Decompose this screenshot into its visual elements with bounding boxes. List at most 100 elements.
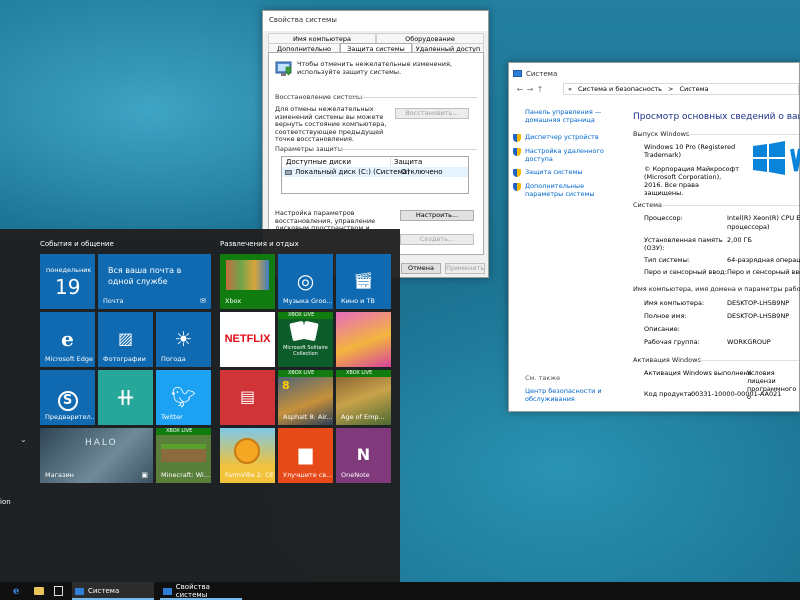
configure-text: Настройка параметров восстановления, упр… (275, 210, 376, 230)
left-column-text: ion (0, 498, 11, 506)
system-header: Система (633, 201, 663, 209)
breadcrumb-system[interactable]: Система (679, 85, 708, 93)
age-of-empires-tile[interactable]: XBOX LIVE Age of Emp... (336, 370, 391, 425)
skype-icon: S (40, 386, 95, 411)
store-label: Магазин (45, 471, 74, 479)
apply-button[interactable]: Применить (445, 263, 485, 274)
table-row[interactable]: Локальный диск (C:) (Система) Отключено (282, 167, 468, 177)
minecraft-tile[interactable]: XBOX LIVE Minecraft: Wi... (156, 428, 211, 483)
calendar-day: понедельник (46, 266, 92, 274)
security-center-link[interactable]: Центр безопасности и обслуживания (525, 387, 605, 403)
back-icon[interactable]: ← (515, 85, 525, 94)
tab-computer-name[interactable]: Имя компьютера (268, 33, 376, 43)
xbox-live-badge: XBOX LIVE (278, 312, 333, 319)
computer-name-header: Имя компьютера, имя домена и параметры р… (633, 285, 800, 293)
processor-label: Процессор: (644, 214, 683, 222)
chevron-down-icon[interactable]: ⌄ (20, 435, 27, 444)
address-bar[interactable]: « Система и безопасность > Система (563, 83, 799, 95)
disk-name: Локальный диск (C:) (Система) (295, 168, 410, 176)
sidebar-system-protection[interactable]: Защита системы (525, 168, 583, 177)
xbox-live-badge: XBOX LIVE (156, 428, 211, 435)
breadcrumb-chevron-icon: > (668, 85, 674, 93)
edition-header: Выпуск Windows (633, 130, 690, 138)
farmville-tile[interactable]: FarmVille 2: CE (220, 428, 275, 483)
store-tile[interactable]: HALO Магазин ▣ (40, 428, 153, 483)
taskbar-sysprops-label: Свойства системы (175, 583, 210, 599)
asphalt-tile[interactable]: XBOX LIVE 8 Asphalt 8: Air... (278, 370, 333, 425)
asphalt-label: Asphalt 8: Air... (283, 413, 333, 421)
sidebar-home-link[interactable]: Панель управления — домашняя страница (525, 108, 615, 124)
cancel-button[interactable]: Отмена (401, 263, 441, 274)
ram-label: Установленная память (ОЗУ): (644, 236, 723, 252)
workgroup-value: WORKGROUP (727, 338, 771, 346)
window-titlebar: Система (509, 63, 799, 80)
breadcrumb-overflow[interactable]: « (568, 85, 572, 93)
groove-tile[interactable]: ◎ Музыка Groo... (278, 254, 333, 309)
activation-header: Активация Windows (633, 356, 701, 364)
newspaper-icon: ▤ (239, 387, 256, 406)
workgroup-label: Рабочая группа: (644, 338, 700, 346)
xbox-tile[interactable]: Xbox (220, 254, 275, 309)
candy-crush-tile[interactable] (336, 312, 391, 367)
weather-tile[interactable]: ☀ Погода (156, 312, 211, 367)
monitor-icon (163, 587, 172, 595)
system-window: Система ← → ↑ « Система и безопасность >… (508, 62, 800, 412)
tunein-tile[interactable]: ⧺ (98, 370, 153, 425)
office-icon: ▆ (298, 444, 313, 465)
sidebar-device-manager[interactable]: Диспетчер устройств (525, 133, 599, 142)
computer-name-label: Имя компьютера: (644, 299, 705, 307)
tab-row-1: Имя компьютера Оборудование (268, 33, 484, 43)
breadcrumb-security[interactable]: Система и безопасность (578, 85, 662, 93)
weather-label: Погода (161, 355, 186, 363)
news-tile[interactable]: ▤ (220, 370, 275, 425)
sidebar-advanced-settings[interactable]: Дополнительные параметры системы (525, 182, 621, 198)
col-header-disks[interactable]: Доступные диски (286, 158, 351, 166)
divider (334, 149, 477, 150)
sidebar-remote-settings[interactable]: Настройка удаленного доступа (525, 147, 615, 163)
see-also-label: См. также (525, 374, 561, 382)
file-explorer-icon[interactable] (34, 587, 44, 595)
restore-text: Для отмены нежелательных изменений систе… (275, 105, 387, 143)
photos-label: Фотографии (103, 355, 146, 363)
page-heading: Просмотр основных сведений о вашем ко (633, 112, 800, 122)
divider (697, 360, 799, 361)
halo-logo: HALO (85, 438, 118, 448)
movies-tile[interactable]: 🎬︎ Кино и ТВ (336, 254, 391, 309)
restore-button[interactable]: Восстановить... (395, 108, 469, 119)
disk-list[interactable]: Доступные диски Защита Локальный диск (C… (281, 156, 469, 194)
aoe-label: Age of Emp... (341, 413, 385, 421)
edge-taskbar-icon[interactable]: e (13, 586, 19, 597)
office-tile[interactable]: ▆ Улучшите св... (278, 428, 333, 483)
taskbar-system-label: Система (88, 587, 120, 595)
system-type-value: 64-разрядная операцион (727, 256, 800, 264)
group-title-events: События и общение (40, 240, 114, 248)
solitaire-tile[interactable]: XBOX LIVE Microsoft Solitaire Collection (278, 312, 333, 367)
skype-tile[interactable]: S Предварител... (40, 370, 95, 425)
up-icon[interactable]: ↑ (535, 85, 545, 94)
shield-icon (513, 148, 521, 156)
taskbar: e Система Свойства системы (0, 582, 800, 600)
col-header-protection[interactable]: Защита (394, 158, 422, 166)
configure-button[interactable]: Настроить... (400, 210, 474, 221)
mail-tile[interactable]: Вся ваша почта в одной службе Почта ✉ (98, 254, 211, 309)
netflix-tile[interactable]: NETFLIX (220, 312, 275, 367)
edge-tile[interactable]: e Microsoft Edge (40, 312, 95, 367)
monitor-icon (75, 587, 84, 595)
store-taskbar-icon[interactable] (54, 586, 63, 596)
shield-icon (513, 183, 521, 191)
pen-label: Перо и сенсорный ввод: (644, 268, 727, 276)
farmville-label: FarmVille 2: CE (225, 471, 274, 479)
create-button[interactable]: Создать... (400, 234, 474, 245)
onenote-tile[interactable]: N OneNote (336, 428, 391, 483)
onenote-label: OneNote (341, 471, 370, 479)
processor-value: Intel(R) Xeon(R) CPU E3-1 (727, 214, 800, 222)
calendar-tile[interactable]: понедельник 19 (40, 254, 95, 309)
twitter-tile[interactable]: 🐦︎ Twitter (156, 370, 211, 425)
group-title-entertainment: Развлечения и отдых (220, 240, 299, 248)
description-label: Описание: (644, 325, 680, 333)
forward-icon[interactable]: → (525, 85, 535, 94)
pen-value: Перо и сенсорный ввод н (727, 268, 800, 276)
full-name-value: DESKTOP-LH5B9NP (727, 312, 790, 320)
tab-hardware[interactable]: Оборудование (376, 33, 484, 43)
photos-tile[interactable]: ▨ Фотографии (98, 312, 153, 367)
